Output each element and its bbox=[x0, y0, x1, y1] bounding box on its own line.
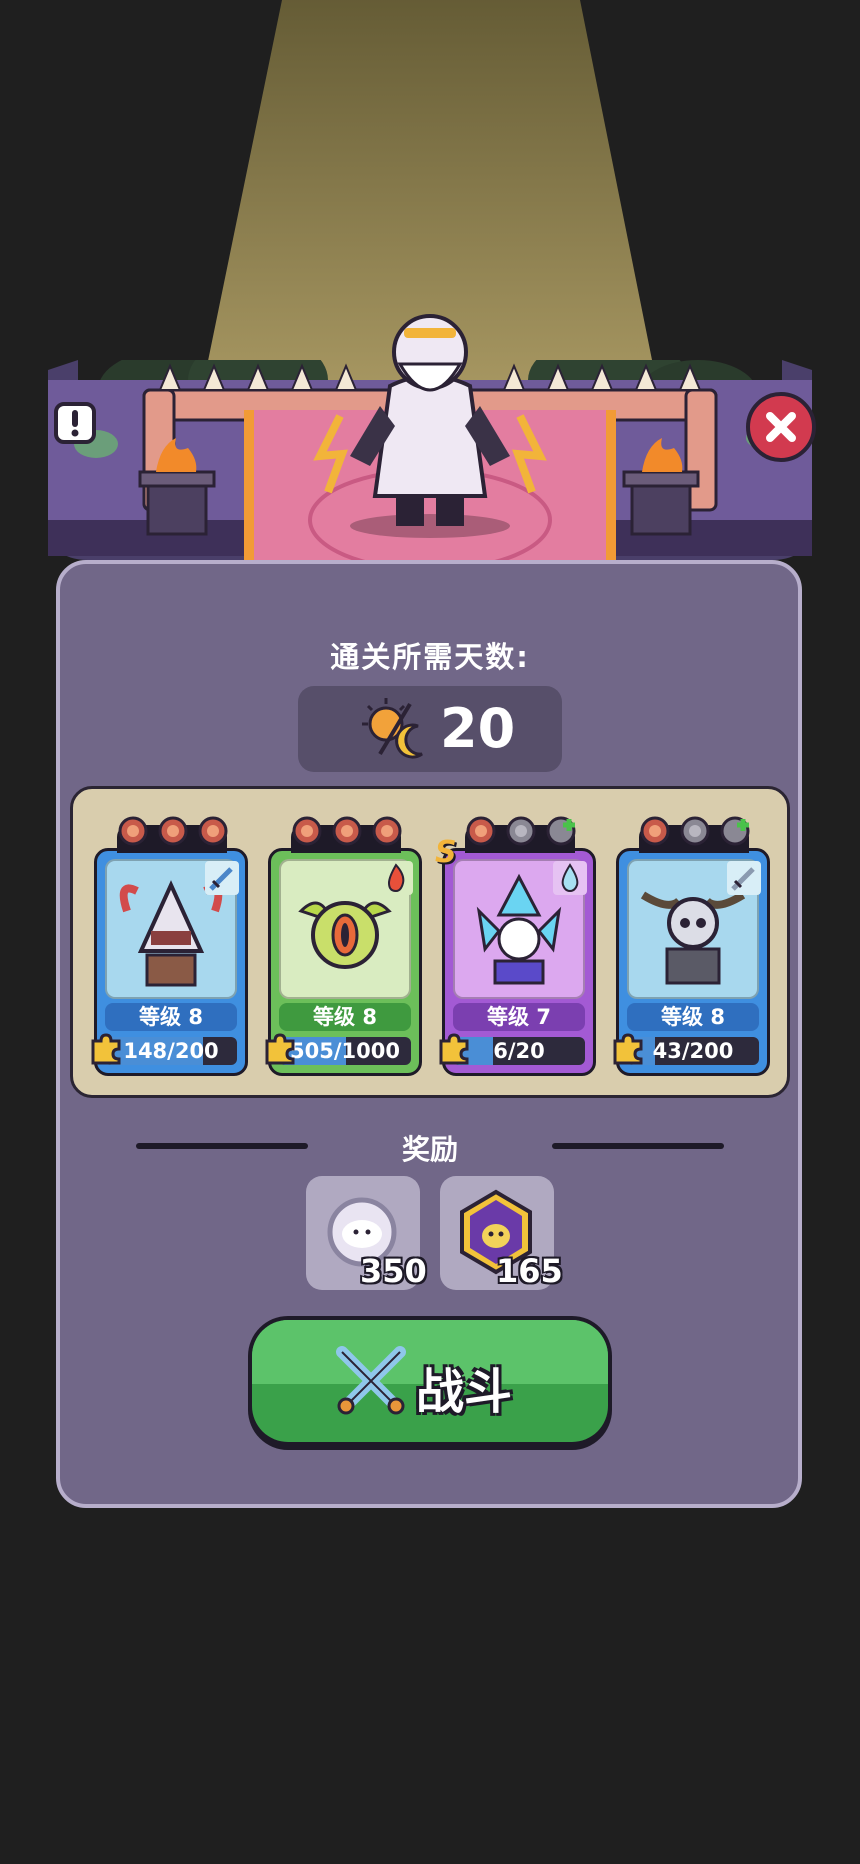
hero-shard-progress: 6/20 bbox=[453, 1037, 585, 1065]
hero-level: 等级 7 bbox=[453, 1003, 585, 1031]
add-food-icon bbox=[546, 816, 576, 846]
gray-meat-icon bbox=[506, 816, 536, 846]
puzzle-piece-icon bbox=[613, 1033, 643, 1065]
reward-amount: 350 bbox=[360, 1252, 427, 1290]
hero-shard-count: 6/20 bbox=[493, 1039, 545, 1063]
hero-level: 等级 8 bbox=[279, 1003, 411, 1031]
hero-level: 等级 8 bbox=[105, 1003, 237, 1031]
hero-shard-count: 505/1000 bbox=[290, 1039, 400, 1063]
hero-shard-count: 148/200 bbox=[123, 1039, 219, 1063]
hero-card[interactable]: 等级 8 148/200 bbox=[91, 816, 248, 1076]
meat-icon bbox=[158, 816, 188, 846]
hero-shard-progress: 43/200 bbox=[627, 1037, 759, 1065]
meat-icon bbox=[292, 816, 322, 846]
sword-icon bbox=[205, 861, 239, 895]
water-drop-icon bbox=[553, 861, 587, 895]
food-slots bbox=[640, 816, 750, 846]
meat-icon bbox=[372, 816, 402, 846]
close-button[interactable] bbox=[746, 392, 816, 462]
food-slots bbox=[466, 816, 576, 846]
close-icon bbox=[766, 412, 796, 442]
hero-shard-progress: 148/200 bbox=[105, 1037, 237, 1065]
fire-icon bbox=[379, 861, 413, 895]
puzzle-piece-icon bbox=[439, 1033, 469, 1065]
sun-moon-icon bbox=[362, 698, 423, 759]
days-required-label: 通关所需天数: bbox=[330, 640, 530, 674]
meat-icon bbox=[198, 816, 228, 846]
fight-button-label: 战斗 bbox=[416, 1364, 513, 1420]
reward-divider-right bbox=[552, 1143, 724, 1149]
exclamation-icon bbox=[71, 410, 79, 437]
meat-icon bbox=[466, 816, 496, 846]
puzzle-piece-icon bbox=[265, 1033, 295, 1065]
food-slots bbox=[292, 816, 402, 846]
meat-icon bbox=[332, 816, 362, 846]
sword-icon bbox=[727, 861, 761, 895]
hero-level: 等级 8 bbox=[627, 1003, 759, 1031]
meat-icon bbox=[640, 816, 670, 846]
reward-amount: 165 bbox=[496, 1252, 563, 1290]
thunder-god-boss bbox=[313, 314, 547, 538]
hero-card[interactable]: 等级 8 43/200 bbox=[613, 816, 770, 1076]
puzzle-piece-icon bbox=[91, 1033, 121, 1065]
gray-meat-icon bbox=[680, 816, 710, 846]
days-value: 20 bbox=[440, 697, 516, 760]
crossed-swords-icon bbox=[336, 1346, 406, 1415]
hero-card[interactable]: 等级 8 505/1000 bbox=[265, 816, 422, 1076]
hero-shard-count: 43/200 bbox=[652, 1039, 734, 1063]
rewards-title: 奖励 bbox=[401, 1133, 458, 1166]
hero-card[interactable]: S 等级 7 6/20 bbox=[435, 816, 596, 1076]
hero-shard-progress: 505/1000 bbox=[279, 1037, 411, 1065]
add-food-icon bbox=[720, 816, 750, 846]
meat-icon bbox=[118, 816, 148, 846]
info-button[interactable] bbox=[54, 402, 96, 444]
food-slots bbox=[118, 816, 228, 846]
rank-badge: S bbox=[435, 835, 457, 870]
